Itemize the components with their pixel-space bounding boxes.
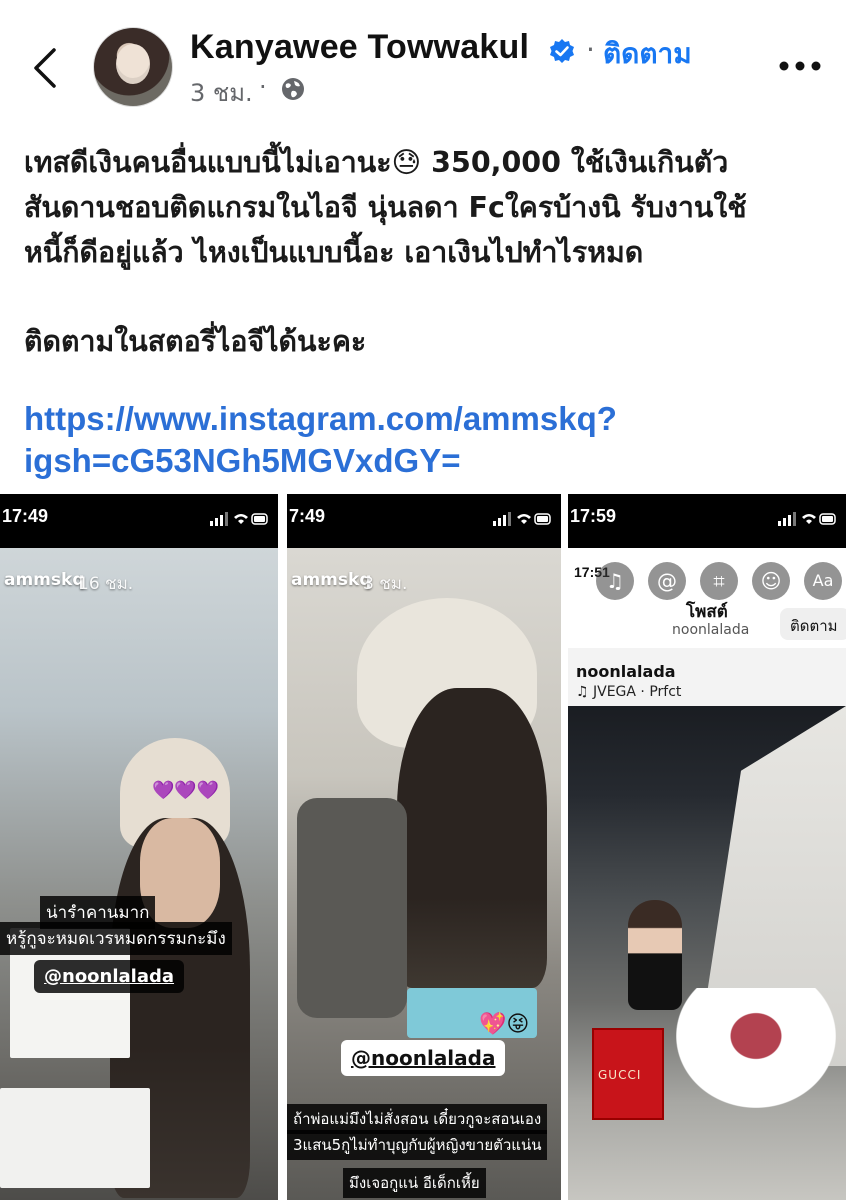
- post-text-line: หนี้ก็ดีอยู่แล้ว ไหงเป็นแบบนี้อะ เอาเงิน…: [24, 236, 644, 269]
- link-line[interactable]: igsh=cG53NGh5MGVxdGY=: [24, 440, 824, 482]
- story-time: 3 ชม.: [363, 574, 408, 594]
- signal-wifi-icon: [210, 512, 268, 526]
- post-title: โพสต์: [686, 602, 728, 622]
- author-name[interactable]: Kanyawee Towwakul: [190, 28, 529, 67]
- text-icon[interactable]: Aa: [804, 562, 842, 600]
- story-editor-toolbar: ♫ @ ⌗ ☺ Aa: [590, 562, 842, 602]
- post-subtitle: noonlalada: [672, 622, 750, 638]
- post-text-line: สันดานชอบติดแกรมในไอจี นุ่นลดา Fcใครบ้าง…: [24, 191, 747, 224]
- story-screenshot-3[interactable]: 17:59 17:51 ♫ @ ⌗ ☺ Aa โพสต์ noonlalada …: [568, 494, 846, 1200]
- mention-icon[interactable]: @: [648, 562, 686, 600]
- emoji-sticker: 💖😝: [479, 1012, 530, 1037]
- chevron-left-icon[interactable]: [30, 46, 60, 90]
- ig-follow-button[interactable]: ติดตาม: [780, 608, 846, 640]
- ig-username: noonlalada: [576, 662, 676, 681]
- story-caption: 3แสน5กูไม่ทำบุญกับผู้หญิงขายตัวแน่น: [287, 1130, 548, 1160]
- mention-sticker: @noonlalada: [34, 960, 185, 993]
- chair-shape: [297, 798, 407, 1018]
- post-text: เทสดีเงินคนอื่นแบบนี้ไม่เอานะ😓 350,000 ใ…: [24, 140, 824, 275]
- signal-wifi-icon: [778, 512, 836, 526]
- avatar[interactable]: [93, 27, 173, 107]
- story-caption: หรู้กูจะหมดเวรหมดกรรมกะมึง: [0, 922, 232, 955]
- instagram-post-header: 17:51 ♫ @ ⌗ ☺ Aa โพสต์ noonlalada ติดตาม: [568, 548, 846, 648]
- story-caption: มึงเจอกูแน่ อีเด็กเหี้ย: [343, 1168, 486, 1198]
- story-header: ammskq 16 ชม.: [0, 554, 278, 594]
- hair-shape: [397, 688, 547, 988]
- mention-sticker: @noonlalada: [341, 1040, 506, 1076]
- status-time: 7:49: [289, 506, 326, 526]
- flower-bouquet-shape: [676, 988, 836, 1108]
- globe-icon: [282, 78, 304, 100]
- instagram-link[interactable]: https://www.instagram.com/ammskq? igsh=c…: [24, 398, 824, 482]
- story-time: 16 ชม.: [78, 574, 134, 594]
- post-text-line: เทสดีเงินคนอื่นแบบนี้ไม่เอานะ😓 350,000 ใ…: [24, 146, 729, 179]
- music-icon[interactable]: ♫: [596, 562, 634, 600]
- signal-wifi-icon: [493, 512, 551, 526]
- shopping-bag: GUCCI: [592, 1028, 664, 1120]
- post-header: Kanyawee Towwakul · ติดตาม 3 ชม. ·: [0, 0, 846, 120]
- ig-music-label: ♫ JVEGA · Prfct: [576, 684, 682, 700]
- crop-icon[interactable]: ⌗: [700, 562, 738, 600]
- emoji-sticker: 💜💜💜: [152, 780, 220, 801]
- story-screenshot-2[interactable]: 7:49 ammskq 3 ชม. 💖😝 @noonlalada ถ้าพ่อแ…: [287, 494, 561, 1200]
- status-time: 17:59: [570, 506, 617, 526]
- sticker-icon[interactable]: ☺: [752, 562, 790, 600]
- separator: ·: [586, 33, 595, 66]
- bag-brand: GUCCI: [598, 1068, 642, 1082]
- story-header: ammskq 3 ชม.: [287, 554, 561, 594]
- status-bar: 7:49: [287, 494, 561, 548]
- story-photo: [0, 548, 278, 1200]
- status-bar: 17:59: [568, 494, 846, 548]
- verified-badge-icon: [550, 39, 574, 63]
- follow-button[interactable]: ติดตาม: [603, 32, 692, 76]
- story-screenshot-1[interactable]: 17:49 ammskq 16 ชม. 💜💜💜 น่ารำคานมาก หรู้…: [0, 494, 278, 1200]
- status-time: 17:49: [2, 506, 49, 526]
- follow-story-text: ติดตามในสตอรี่ไอจีได้นะคะ: [24, 325, 367, 358]
- link-line[interactable]: https://www.instagram.com/ammskq?: [24, 398, 824, 440]
- person-shape: [628, 900, 682, 1010]
- more-horizontal-icon[interactable]: [778, 58, 822, 74]
- story-username: ammskq: [291, 570, 372, 590]
- status-bar: 17:49: [0, 494, 278, 548]
- post-time[interactable]: 3 ชม.: [190, 73, 253, 112]
- story-username: ammskq: [4, 570, 85, 590]
- ig-post-photo: GUCCI: [568, 706, 846, 1200]
- paper-shape: [0, 1088, 150, 1188]
- meta-separator: ·: [259, 73, 267, 101]
- story-photo: [287, 548, 561, 1200]
